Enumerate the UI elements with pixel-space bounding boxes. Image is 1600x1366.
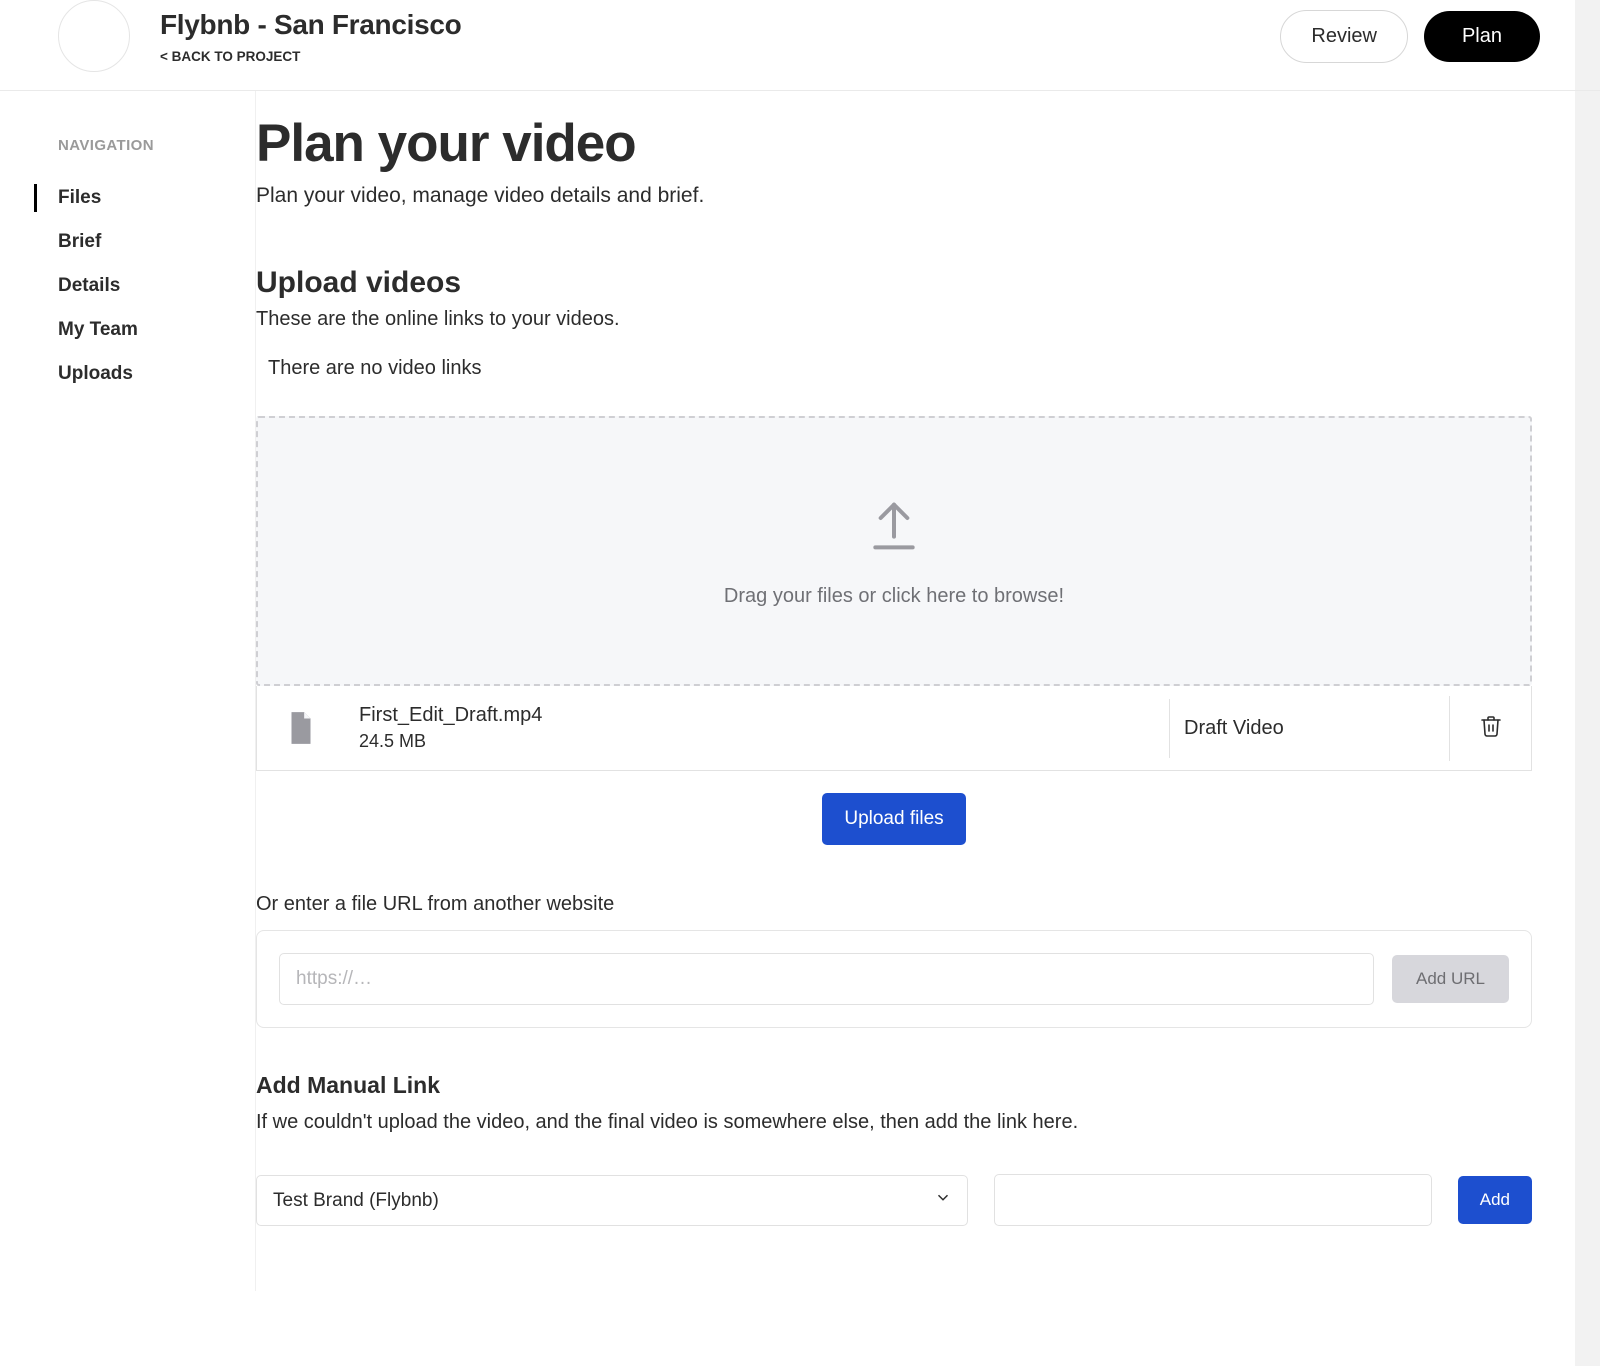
scrollbar-gutter xyxy=(1575,0,1600,1366)
project-title: Flybnb - San Francisco xyxy=(160,9,461,41)
manual-link-row: Test Brand (Flybnb) Add xyxy=(256,1174,1532,1226)
file-dropzone[interactable]: Drag your files or click here to browse! xyxy=(256,416,1532,686)
nav-item-brief[interactable]: Brief xyxy=(34,220,255,264)
nav-heading: NAVIGATION xyxy=(58,137,255,154)
file-size: 24.5 MB xyxy=(359,731,1155,752)
nav-item-label: Files xyxy=(58,187,101,208)
brand-select[interactable]: Test Brand (Flybnb) xyxy=(256,1175,968,1226)
file-url-label: Or enter a file URL from another website xyxy=(256,893,1532,916)
uploaded-file-row: First_Edit_Draft.mp4 24.5 MB Draft Video xyxy=(256,686,1532,771)
upload-section-subtitle: These are the online links to your video… xyxy=(256,308,1532,331)
file-url-card: Add URL xyxy=(256,930,1532,1028)
nav-item-details[interactable]: Details xyxy=(34,264,255,308)
file-info: First_Edit_Draft.mp4 24.5 MB xyxy=(345,686,1169,770)
add-url-button[interactable]: Add URL xyxy=(1392,955,1509,1003)
file-type-label: Draft Video xyxy=(1184,717,1284,739)
no-video-links-message: There are no video links xyxy=(268,357,1532,380)
nav-item-label: Uploads xyxy=(58,363,133,384)
file-name: First_Edit_Draft.mp4 xyxy=(359,704,1155,727)
file-type-select[interactable]: Draft Video xyxy=(1169,699,1449,758)
back-to-project-link[interactable]: < BACK TO PROJECT xyxy=(160,49,461,64)
upload-section-title: Upload videos xyxy=(256,266,1532,300)
review-button[interactable]: Review xyxy=(1280,10,1408,63)
manual-link-title: Add Manual Link xyxy=(256,1072,1532,1099)
nav-list: Files Brief Details My Team Uploads xyxy=(58,176,255,396)
page-subtitle: Plan your video, manage video details an… xyxy=(256,184,1532,208)
nav-item-files[interactable]: Files xyxy=(34,176,255,220)
upload-icon xyxy=(862,494,926,563)
upload-files-button[interactable]: Upload files xyxy=(822,793,965,845)
page-title: Plan your video xyxy=(256,113,1532,174)
header-actions: Review Plan xyxy=(1280,10,1540,63)
trash-icon xyxy=(1479,714,1503,743)
nav-item-my-team[interactable]: My Team xyxy=(34,308,255,352)
nav-item-label: Details xyxy=(58,275,120,296)
upload-action-row: Upload files xyxy=(256,793,1532,845)
nav-item-label: Brief xyxy=(58,231,101,252)
manual-add-button[interactable]: Add xyxy=(1458,1176,1532,1224)
project-avatar xyxy=(58,0,130,72)
project-header: Flybnb - San Francisco < BACK TO PROJECT… xyxy=(0,0,1600,91)
file-icon xyxy=(257,691,345,765)
file-url-input[interactable] xyxy=(279,953,1374,1005)
plan-button[interactable]: Plan xyxy=(1424,11,1540,62)
nav-item-uploads[interactable]: Uploads xyxy=(34,352,255,396)
brand-select-wrap: Test Brand (Flybnb) xyxy=(256,1175,968,1226)
delete-file-button[interactable] xyxy=(1449,696,1531,761)
main-content: Plan your video Plan your video, manage … xyxy=(256,91,1600,1291)
side-navigation: NAVIGATION Files Brief Details My Team U… xyxy=(0,91,256,1291)
manual-link-subtitle: If we couldn't upload the video, and the… xyxy=(256,1111,1532,1134)
dropzone-text: Drag your files or click here to browse! xyxy=(724,585,1064,608)
manual-link-input[interactable] xyxy=(994,1174,1432,1226)
header-title-group: Flybnb - San Francisco < BACK TO PROJECT xyxy=(160,9,461,64)
nav-item-label: My Team xyxy=(58,319,138,340)
